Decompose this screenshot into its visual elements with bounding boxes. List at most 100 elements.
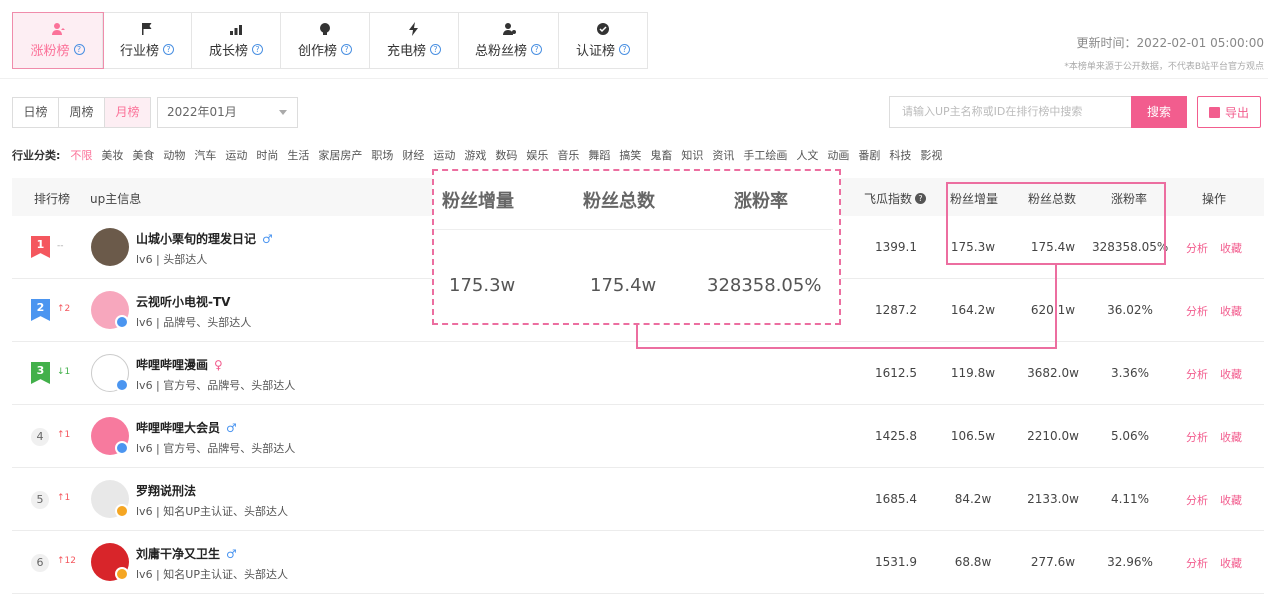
- category-item[interactable]: 职场: [371, 147, 393, 163]
- tab-growth[interactable]: 成长榜?: [192, 13, 281, 68]
- category-item[interactable]: 动物: [163, 147, 185, 163]
- tab-label: 涨粉榜: [30, 44, 70, 59]
- category-item[interactable]: 财经: [402, 147, 424, 163]
- analyze-link[interactable]: 分析: [1186, 555, 1208, 571]
- rank-trend: ↑2: [57, 304, 71, 314]
- lightning-icon: [407, 22, 421, 36]
- update-info: 更新时间：2022-02-01 05:00:00 *本榜单来源于公开数据，不代表…: [1064, 34, 1264, 72]
- up-name-line: 云视听小电视-TV: [136, 293, 230, 310]
- tab-label: 行业榜: [119, 44, 159, 59]
- feigua-index: 1685.4: [875, 492, 917, 506]
- analyze-link[interactable]: 分析: [1186, 429, 1208, 445]
- tab-industry[interactable]: 行业榜?: [103, 13, 192, 68]
- header-index-label: 飞瓜指数: [864, 192, 913, 206]
- up-name-line: 罗翔说刑法: [136, 482, 196, 499]
- header-fan-gain: 粉丝增量: [950, 192, 999, 206]
- tab-creation[interactable]: 创作榜?: [281, 13, 370, 68]
- favorite-link[interactable]: 收藏: [1220, 429, 1242, 445]
- gender-icon: ♀: [214, 357, 223, 372]
- category-item[interactable]: 科技: [889, 147, 911, 163]
- flag-icon: [140, 22, 154, 36]
- divider: [434, 229, 833, 230]
- analyze-link[interactable]: 分析: [1186, 303, 1208, 319]
- category-item[interactable]: 影视: [920, 147, 942, 163]
- category-item[interactable]: 音乐: [557, 147, 579, 163]
- category-item[interactable]: 运动: [225, 147, 247, 163]
- feigua-index: 1531.9: [875, 555, 917, 569]
- help-icon[interactable]: ?: [73, 44, 85, 55]
- tab-label: 创作榜: [297, 44, 337, 59]
- period-week[interactable]: 周榜: [59, 98, 105, 127]
- category-item[interactable]: 时尚: [256, 147, 278, 163]
- help-icon[interactable]: ?: [915, 193, 927, 204]
- rank-badge: 1: [31, 236, 50, 258]
- search-input[interactable]: 请输入UP主名称或ID在排行榜中搜索: [889, 96, 1132, 128]
- help-icon[interactable]: ?: [531, 44, 542, 55]
- header-growth-rate: 涨粉率: [1111, 192, 1148, 206]
- rank-trend: ↑1: [57, 493, 71, 503]
- period-day[interactable]: 日榜: [13, 98, 59, 127]
- category-item[interactable]: 手工绘画: [743, 147, 787, 163]
- up-name[interactable]: 刘庸干净又卫生: [136, 545, 220, 562]
- category-item[interactable]: 动画: [827, 147, 849, 163]
- up-name[interactable]: 云视听小电视-TV: [136, 293, 230, 310]
- category-item[interactable]: 番剧: [858, 147, 880, 163]
- favorite-link[interactable]: 收藏: [1220, 303, 1242, 319]
- category-item[interactable]: 游戏: [464, 147, 486, 163]
- table-row: 3 ↓1 哔哩哔哩漫画 ♀ lv6 | 官方号、品牌号、头部达人 1612.5 …: [12, 342, 1264, 405]
- up-name[interactable]: 哔哩哔哩大会员: [136, 419, 220, 436]
- rank-trend: ↑12: [57, 556, 76, 566]
- up-name[interactable]: 哔哩哔哩漫画: [136, 356, 208, 373]
- tab-fan-growth[interactable]: 涨粉榜?: [12, 12, 104, 69]
- category-item[interactable]: 搞笑: [619, 147, 641, 163]
- tab-verified[interactable]: 认证榜?: [559, 13, 647, 68]
- favorite-link[interactable]: 收藏: [1220, 366, 1242, 382]
- category-item[interactable]: 资讯: [712, 147, 734, 163]
- category-item[interactable]: 知识: [681, 147, 703, 163]
- month-select[interactable]: 2022年01月: [157, 97, 298, 128]
- export-button[interactable]: 导出: [1197, 96, 1261, 128]
- divider: [0, 78, 1268, 79]
- analyze-link[interactable]: 分析: [1186, 492, 1208, 508]
- category-item[interactable]: 不限: [70, 147, 92, 163]
- search-button[interactable]: 搜索: [1131, 96, 1187, 128]
- period-month[interactable]: 月榜: [105, 98, 150, 127]
- up-name[interactable]: 罗翔说刑法: [136, 482, 196, 499]
- category-item[interactable]: 家居房产: [318, 147, 362, 163]
- tab-charge[interactable]: 充电榜?: [370, 13, 459, 68]
- avatar[interactable]: [91, 228, 129, 266]
- category-item[interactable]: 运动: [433, 147, 455, 163]
- favorite-link[interactable]: 收藏: [1220, 555, 1242, 571]
- up-name-line: 山城小栗旬的理发日记 ♂: [136, 230, 273, 247]
- category-item[interactable]: 美食: [132, 147, 154, 163]
- analyze-link[interactable]: 分析: [1186, 366, 1208, 382]
- category-item[interactable]: 数码: [495, 147, 517, 163]
- growth-rate: 4.11%: [1110, 492, 1150, 506]
- fan-total: 277.6w: [1030, 555, 1076, 569]
- rank-badge: 2: [31, 299, 50, 321]
- help-icon[interactable]: ?: [430, 44, 441, 55]
- help-icon[interactable]: ?: [341, 44, 352, 55]
- help-icon[interactable]: ?: [619, 44, 630, 55]
- category-item[interactable]: 汽车: [194, 147, 216, 163]
- category-item[interactable]: 美妆: [101, 147, 123, 163]
- analyze-link[interactable]: 分析: [1186, 240, 1208, 256]
- help-icon[interactable]: ?: [252, 44, 263, 55]
- fan-gain: 106.5w: [950, 429, 996, 443]
- category-item[interactable]: 舞蹈: [588, 147, 610, 163]
- category-item[interactable]: 娱乐: [526, 147, 548, 163]
- tab-total-fans[interactable]: 总粉丝榜?: [459, 13, 559, 68]
- up-description: lv6 | 知名UP主认证、头部达人: [136, 568, 288, 581]
- tab-label: 认证榜: [575, 44, 615, 59]
- favorite-link[interactable]: 收藏: [1220, 492, 1242, 508]
- help-icon[interactable]: ?: [163, 44, 174, 55]
- update-time: 更新时间：2022-02-01 05:00:00: [1076, 36, 1264, 50]
- bulb-icon: [318, 22, 332, 36]
- category-item[interactable]: 鬼畜: [650, 147, 672, 163]
- zoom-value-rate: 328358.05%: [707, 275, 822, 296]
- excel-icon: [1208, 106, 1220, 118]
- up-name[interactable]: 山城小栗旬的理发日记: [136, 230, 256, 247]
- favorite-link[interactable]: 收藏: [1220, 240, 1242, 256]
- category-item[interactable]: 人文: [796, 147, 818, 163]
- category-item[interactable]: 生活: [287, 147, 309, 163]
